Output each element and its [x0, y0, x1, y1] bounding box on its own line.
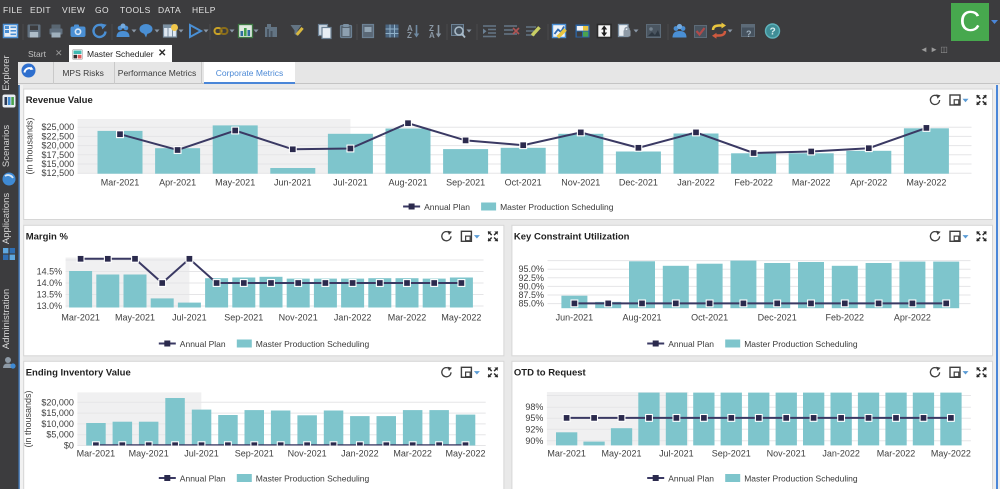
svg-text:Mar-2021: Mar-2021	[547, 449, 586, 459]
svg-text:Feb-2022: Feb-2022	[734, 178, 773, 188]
svg-text:Annual Plan: Annual Plan	[424, 202, 470, 212]
svg-text:Master Production Scheduling: Master Production Scheduling	[256, 339, 370, 349]
svg-text:14.0%: 14.0%	[37, 278, 63, 288]
svg-text:85.0%: 85.0%	[518, 299, 544, 309]
svg-text:Mar-2021: Mar-2021	[101, 178, 140, 188]
svg-text:May-2022: May-2022	[441, 313, 481, 323]
svg-text:Annual Plan: Annual Plan	[180, 474, 226, 484]
svg-text:Jul-2021: Jul-2021	[333, 178, 368, 188]
svg-text:Dec-2021: Dec-2021	[619, 178, 658, 188]
svg-text:98%: 98%	[525, 402, 543, 412]
svg-text:May-2021: May-2021	[115, 313, 155, 323]
svg-text:Oct-2021: Oct-2021	[505, 178, 542, 188]
svg-text:Jan-2022: Jan-2022	[822, 449, 860, 459]
svg-text:$20,000: $20,000	[41, 397, 74, 407]
svg-text:Aug-2021: Aug-2021	[622, 313, 661, 323]
svg-text:Master Production Scheduling: Master Production Scheduling	[744, 339, 858, 349]
svg-text:Jul-2021: Jul-2021	[184, 449, 219, 459]
svg-text:Jun-2021: Jun-2021	[274, 178, 312, 188]
svg-text:Aug-2021: Aug-2021	[388, 178, 427, 188]
svg-text:Sep-2021: Sep-2021	[712, 449, 751, 459]
svg-text:14.5%: 14.5%	[37, 267, 63, 277]
svg-text:Revenue Value: Revenue Value	[26, 95, 93, 106]
svg-text:92%: 92%	[525, 424, 543, 434]
svg-text:$15,000: $15,000	[41, 408, 74, 418]
svg-text:May-2022: May-2022	[931, 449, 971, 459]
svg-text:Master Production Scheduling: Master Production Scheduling	[256, 474, 370, 484]
svg-text:Feb-2022: Feb-2022	[826, 313, 865, 323]
svg-text:OTD to Request: OTD to Request	[514, 367, 587, 378]
svg-text:Master Production Scheduling: Master Production Scheduling	[500, 202, 614, 212]
svg-text:Apr-2021: Apr-2021	[159, 178, 196, 188]
svg-text:Nov-2021: Nov-2021	[279, 313, 318, 323]
svg-text:Annual Plan: Annual Plan	[668, 474, 714, 484]
svg-text:(in thousands): (in thousands)	[25, 117, 35, 174]
svg-text:Mar-2022: Mar-2022	[388, 313, 427, 323]
svg-text:May-2021: May-2021	[215, 178, 255, 188]
svg-text:$12,500: $12,500	[42, 168, 75, 178]
svg-text:May-2022: May-2022	[445, 449, 485, 459]
svg-text:Mar-2022: Mar-2022	[792, 178, 831, 188]
svg-text:Key Constraint Utilization: Key Constraint Utilization	[514, 231, 630, 242]
svg-text:Sep-2021: Sep-2021	[446, 178, 485, 188]
svg-text:May-2022: May-2022	[906, 178, 946, 188]
svg-text:Apr-2022: Apr-2022	[894, 313, 931, 323]
svg-text:Margin %: Margin %	[26, 231, 69, 242]
svg-text:Mar-2021: Mar-2021	[77, 449, 116, 459]
svg-text:Nov-2021: Nov-2021	[767, 449, 806, 459]
svg-text:Nov-2021: Nov-2021	[288, 449, 327, 459]
svg-text:Mar-2022: Mar-2022	[393, 449, 432, 459]
svg-text:$10,000: $10,000	[41, 419, 74, 429]
svg-text:Sep-2021: Sep-2021	[235, 449, 274, 459]
svg-text:95%: 95%	[525, 413, 543, 423]
svg-text:90%: 90%	[525, 436, 543, 446]
svg-text:Sep-2021: Sep-2021	[224, 313, 263, 323]
svg-text:May-2021: May-2021	[129, 449, 169, 459]
svg-text:Jul-2021: Jul-2021	[172, 313, 207, 323]
svg-text:(in thousands): (in thousands)	[23, 390, 33, 447]
svg-text:Ending Inventory Value: Ending Inventory Value	[26, 367, 131, 378]
svg-text:Master Production Scheduling: Master Production Scheduling	[744, 474, 858, 484]
svg-text:Apr-2022: Apr-2022	[850, 178, 887, 188]
svg-text:Jan-2022: Jan-2022	[677, 178, 715, 188]
svg-text:Annual Plan: Annual Plan	[668, 339, 714, 349]
svg-text:Dec-2021: Dec-2021	[758, 313, 797, 323]
svg-text:Mar-2021: Mar-2021	[61, 313, 100, 323]
svg-text:$5,000: $5,000	[46, 430, 74, 440]
svg-text:Annual Plan: Annual Plan	[180, 339, 226, 349]
svg-text:Nov-2021: Nov-2021	[561, 178, 600, 188]
svg-text:May-2021: May-2021	[601, 449, 641, 459]
svg-text:Jan-2022: Jan-2022	[341, 449, 379, 459]
svg-text:13.5%: 13.5%	[37, 290, 63, 300]
svg-text:13.0%: 13.0%	[37, 301, 63, 311]
svg-text:Mar-2022: Mar-2022	[877, 449, 916, 459]
svg-text:Jan-2022: Jan-2022	[334, 313, 372, 323]
svg-text:Jun-2021: Jun-2021	[556, 313, 594, 323]
svg-text:Jul-2021: Jul-2021	[659, 449, 694, 459]
svg-text:Oct-2021: Oct-2021	[691, 313, 728, 323]
svg-text:$0: $0	[64, 441, 74, 451]
